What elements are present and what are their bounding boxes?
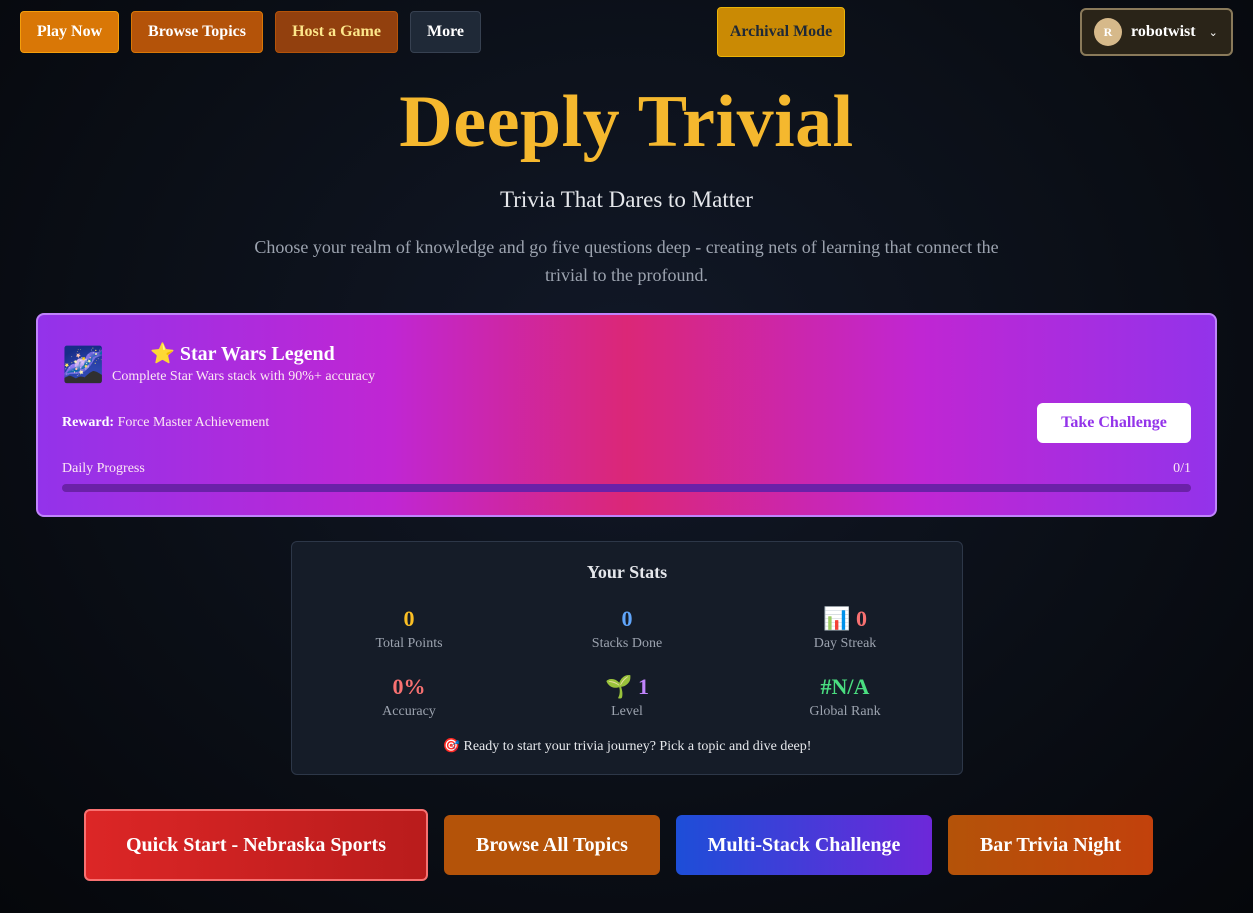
browse-topics-button[interactable]: Browse Topics [131, 11, 263, 53]
more-button[interactable]: More [410, 11, 481, 53]
bar-trivia-night-button[interactable]: Bar Trivia Night [948, 815, 1153, 875]
stat-accuracy: 0% Accuracy [309, 672, 509, 720]
archival-mode-button[interactable]: Archival Mode [717, 7, 845, 57]
stat-value: 0% [392, 674, 426, 699]
play-now-button[interactable]: Play Now [20, 11, 119, 53]
daily-challenge-card: 🌌 ⭐ Star Wars Legend Complete Star Wars … [36, 313, 1217, 517]
user-menu[interactable]: R robotwist ⌄ [1080, 8, 1233, 56]
host-game-button[interactable]: Host a Game [275, 11, 398, 53]
stat-value: 0 [621, 606, 633, 631]
stat-label: Global Rank [809, 704, 881, 719]
stat-value: #N/A [820, 674, 870, 699]
stat-label: Day Streak [813, 636, 877, 651]
quick-start-button[interactable]: Quick Start - Nebraska Sports [84, 809, 428, 881]
multi-stack-challenge-button[interactable]: Multi-Stack Challenge [676, 815, 932, 875]
stat-label: Total Points [375, 636, 443, 651]
stat-stacks-done: 0 Stacks Done [527, 604, 727, 652]
stat-value: 📊 0 [823, 606, 867, 631]
page-title: Deeply Trivial [399, 81, 854, 163]
description: Choose your realm of knowledge and go fi… [254, 237, 999, 285]
chevron-down-icon: ⌄ [1208, 26, 1218, 39]
daily-progress-label: Daily Progress [62, 461, 145, 476]
stat-value: 🌱 1 [605, 674, 649, 699]
stats-title: Your Stats [586, 562, 668, 582]
stat-label: Accuracy [382, 704, 436, 719]
avatar: R [1094, 18, 1122, 46]
stats-message: 🎯 Ready to start your trivia journey? Pi… [442, 739, 812, 754]
challenge-reward: Reward: Force Master Achievement [62, 415, 269, 431]
stat-label: Stacks Done [591, 636, 663, 651]
challenge-subtitle: Complete Star Wars stack with 90%+ accur… [112, 369, 376, 384]
stat-value: 0 [403, 606, 415, 631]
daily-progress-bar [62, 484, 1191, 492]
take-challenge-button[interactable]: Take Challenge [1037, 403, 1191, 443]
stat-label: Level [611, 704, 643, 719]
username: robotwist [1131, 23, 1196, 40]
stat-total-points: 0 Total Points [309, 604, 509, 652]
stats-panel: Your Stats 0 Total Points 0 Stacks Done … [291, 541, 963, 775]
galaxy-icon: 🌌 [62, 347, 105, 384]
reward-label: Reward: [62, 415, 115, 430]
challenge-title: ⭐ Star Wars Legend [150, 343, 335, 365]
reward-value: Force Master Achievement [117, 415, 270, 430]
browse-all-topics-button[interactable]: Browse All Topics [444, 815, 660, 875]
tagline: Trivia That Dares to Matter [500, 187, 753, 212]
stat-level: 🌱 1 Level [527, 672, 727, 720]
stat-day-streak: 📊 0 Day Streak [745, 604, 945, 652]
stat-global-rank: #N/A Global Rank [745, 672, 945, 720]
daily-progress-value: 0/1 [1173, 461, 1191, 476]
